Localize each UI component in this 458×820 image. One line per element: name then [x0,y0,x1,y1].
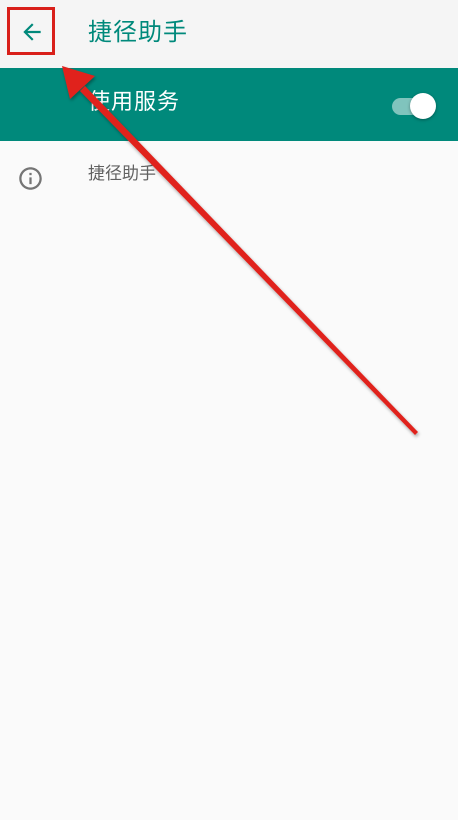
page-title: 捷径助手 [88,18,188,46]
back-button[interactable] [8,8,56,56]
use-service-toggle[interactable] [392,93,438,119]
use-service-label: 使用服务 [88,90,181,115]
app-bar: 捷径助手 [0,0,458,68]
toggle-thumb [410,93,436,119]
use-service-switch-bar[interactable]: 使用服务 [0,68,458,141]
arrow-left-icon [23,23,41,41]
info-row: 捷径助手 [0,141,458,211]
info-icon [19,167,42,190]
info-text: 捷径助手 [88,164,156,184]
